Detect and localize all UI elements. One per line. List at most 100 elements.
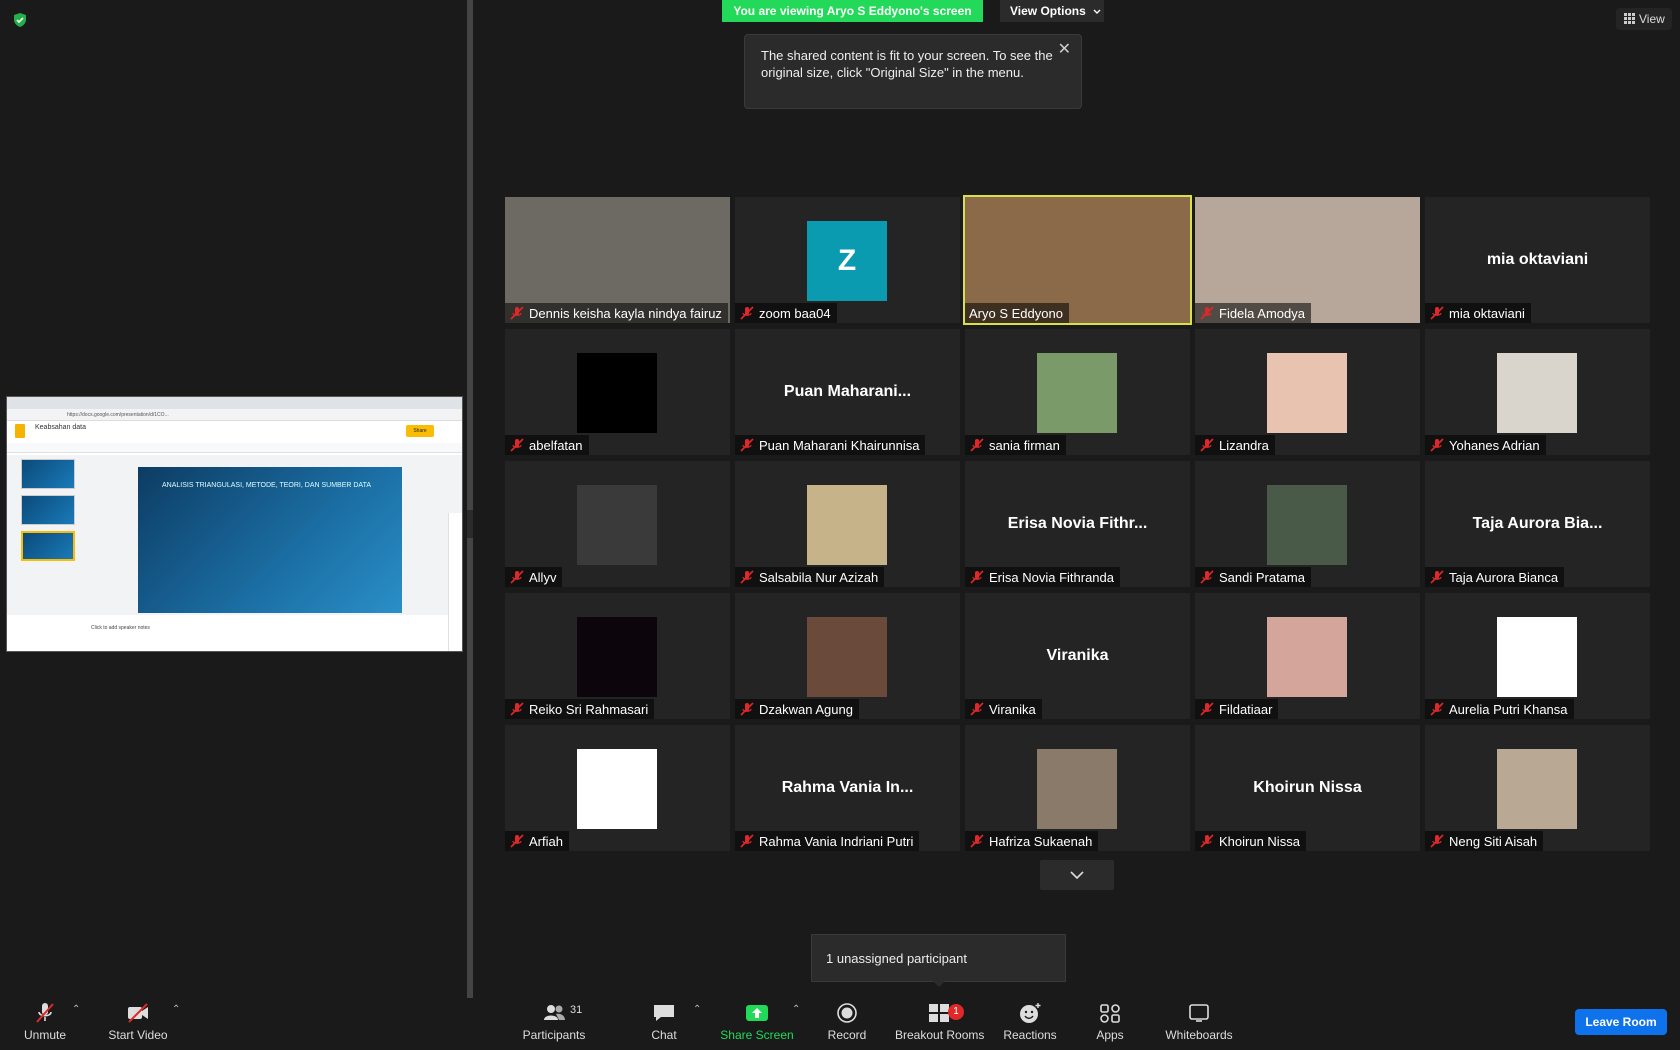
view-layout-button[interactable]: View — [1616, 8, 1672, 30]
record-button[interactable]: Record — [826, 1000, 868, 1048]
participant-name-bar: Arfiah — [505, 831, 569, 851]
participant-tile[interactable]: Neng Siti Aisah — [1425, 725, 1650, 851]
breakout-rooms-button[interactable]: Breakout Rooms — [895, 1000, 985, 1048]
participant-tile[interactable]: Puan Maharani... Puan Maharani Khairunnis… — [735, 329, 960, 455]
participant-tile[interactable]: Allyv — [505, 461, 730, 587]
camera-off-icon — [128, 1003, 148, 1023]
participant-tile[interactable]: Fildatiaar — [1195, 593, 1420, 719]
left-pane: https://docs.google.com/presentation/d/1… — [0, 0, 467, 998]
next-page-button[interactable] — [1040, 860, 1114, 890]
chat-options-caret-icon[interactable]: ⌃ — [693, 1004, 701, 1015]
participant-tile[interactable]: Aryo S Eddyono — [963, 195, 1192, 325]
whiteboards-button[interactable]: Whiteboards — [1164, 1000, 1234, 1048]
participant-name-bar: Puan Maharani Khairunnisa — [735, 435, 926, 455]
grid-icon — [1624, 13, 1635, 24]
participant-tile[interactable]: abelfatan — [505, 329, 730, 455]
participant-tile[interactable]: Sandi Pratama — [1195, 461, 1420, 587]
video-options-caret-icon[interactable]: ⌃ — [172, 1004, 180, 1015]
participants-icon — [544, 1005, 565, 1020]
mic-muted-icon — [510, 570, 524, 584]
participant-tile[interactable]: Reiko Sri Rahmasari — [505, 593, 730, 719]
participant-name-bar: Erisa Novia Fithranda — [965, 567, 1120, 587]
participant-tile[interactable]: mia oktaviani mia oktaviani — [1425, 197, 1650, 323]
share-screen-icon — [746, 1005, 768, 1021]
participant-tile[interactable]: Yohanes Adrian — [1425, 329, 1650, 455]
leave-room-button[interactable]: Leave Room — [1575, 1009, 1667, 1035]
participant-name: Arfiah — [529, 833, 563, 849]
tooltip-line: The shared content is fit to your screen… — [761, 48, 1053, 63]
participant-avatar — [1497, 617, 1577, 697]
participant-tile[interactable]: Dzakwan Agung — [735, 593, 960, 719]
participant-name: Aryo S Eddyono — [969, 305, 1063, 321]
slides-share-button: Share — [406, 425, 434, 437]
reactions-button[interactable]: Reactions — [1002, 1000, 1058, 1048]
zoom-window: https://docs.google.com/presentation/d/1… — [0, 0, 1680, 1050]
slide-heading: ANALISIS TRIANGULASI, METODE, TEORI, DAN… — [162, 482, 372, 489]
mic-muted-icon — [970, 702, 984, 716]
view-options-button[interactable]: View Options — [1000, 0, 1104, 22]
participant-tile[interactable]: Salsabila Nur Azizah — [735, 461, 960, 587]
participant-tile[interactable]: Lizandra — [1195, 329, 1420, 455]
mic-muted-icon — [510, 306, 524, 320]
slide-thumbnail — [21, 495, 75, 525]
close-icon[interactable]: ✕ — [1058, 41, 1071, 58]
participant-tile[interactable]: Fidela Amodya — [1195, 197, 1420, 323]
view-options-label: View Options — [1010, 4, 1086, 18]
participant-name: Dennis keisha kayla nindya fairuz — [529, 305, 722, 321]
mic-muted-icon — [1200, 834, 1214, 848]
participant-tile[interactable]: Aurelia Putri Khansa — [1425, 593, 1650, 719]
shared-screen-thumbnail[interactable]: https://docs.google.com/presentation/d/1… — [6, 396, 463, 652]
participant-name-bar: Taja Aurora Bianca — [1425, 567, 1565, 587]
slides-toolbar — [7, 443, 462, 453]
share-screen-button[interactable]: Share Screen — [720, 1000, 794, 1048]
participant-name-bar: Aryo S Eddyono — [965, 303, 1069, 323]
participant-tile[interactable]: Erisa Novia Fithr... Erisa Novia Fithrand… — [965, 461, 1190, 587]
mic-muted-icon — [510, 438, 524, 452]
participant-tile[interactable]: Dennis keisha kayla nindya fairuz — [505, 197, 730, 323]
browser-tab-bar — [7, 397, 462, 409]
pane-divider-handle[interactable] — [467, 510, 473, 538]
breakout-rooms-label: Breakout Rooms — [895, 1028, 985, 1042]
slide-filmstrip — [21, 459, 79, 567]
participant-tile[interactable]: Viranika Viranika — [965, 593, 1190, 719]
breakout-rooms-badge: 1 — [948, 1004, 964, 1020]
reactions-label: Reactions — [1003, 1028, 1057, 1042]
participant-tile[interactable]: Zzoom baa04 — [735, 197, 960, 323]
participant-name: sania firman — [989, 437, 1060, 453]
participant-grid: Dennis keisha kayla nindya fairuz Zzoom b… — [505, 195, 1650, 851]
participant-name-bar: Salsabila Nur Azizah — [735, 567, 885, 587]
participant-avatar — [577, 485, 657, 565]
mic-muted-icon — [740, 570, 754, 584]
unmute-button[interactable]: Unmute — [20, 1000, 70, 1048]
apps-button[interactable]: Apps — [1090, 1000, 1130, 1048]
participant-tile[interactable]: Khoirun Nissa Khoirun Nissa — [1195, 725, 1420, 851]
participant-tile[interactable]: Rahma Vania In... Rahma Vania Indriani Pu… — [735, 725, 960, 851]
chevron-down-icon — [1070, 871, 1084, 880]
mic-muted-icon — [970, 834, 984, 848]
participant-tile[interactable]: Taja Aurora Bia... Taja Aurora Bianca — [1425, 461, 1650, 587]
slides-title-bar: Keabsahan data Share — [7, 421, 462, 443]
audio-options-caret-icon[interactable]: ⌃ — [72, 1004, 80, 1015]
mic-muted-icon — [1430, 834, 1444, 848]
shield-check-icon[interactable] — [12, 12, 28, 28]
mic-muted-icon — [1430, 702, 1444, 716]
participant-name-bar: Lizandra — [1195, 435, 1275, 455]
participant-name: Fildatiaar — [1219, 701, 1273, 717]
unassigned-participant-notice[interactable]: 1 unassigned participant — [811, 934, 1066, 982]
mic-muted-icon — [510, 702, 524, 716]
participant-name: Dzakwan Agung — [759, 701, 853, 717]
participant-name-bar: sania firman — [965, 435, 1066, 455]
share-options-caret-icon[interactable]: ⌃ — [792, 1004, 800, 1015]
apps-label: Apps — [1096, 1028, 1124, 1042]
participant-tile[interactable]: Hafriza Sukaenah — [965, 725, 1190, 851]
participant-tile[interactable]: Arfiah — [505, 725, 730, 851]
chat-button[interactable]: Chat — [644, 1000, 684, 1048]
participant-avatar — [1267, 353, 1347, 433]
start-video-button[interactable]: Start Video — [106, 1000, 170, 1048]
participant-name-bar: Fidela Amodya — [1195, 303, 1311, 323]
participant-tile[interactable]: sania firman — [965, 329, 1190, 455]
browser-url-bar: https://docs.google.com/presentation/d/1… — [7, 409, 462, 421]
participant-name: Puan Maharani Khairunnisa — [759, 437, 920, 453]
participant-name-bar: Rahma Vania Indriani Putri — [735, 831, 920, 851]
pane-divider[interactable] — [467, 0, 473, 998]
